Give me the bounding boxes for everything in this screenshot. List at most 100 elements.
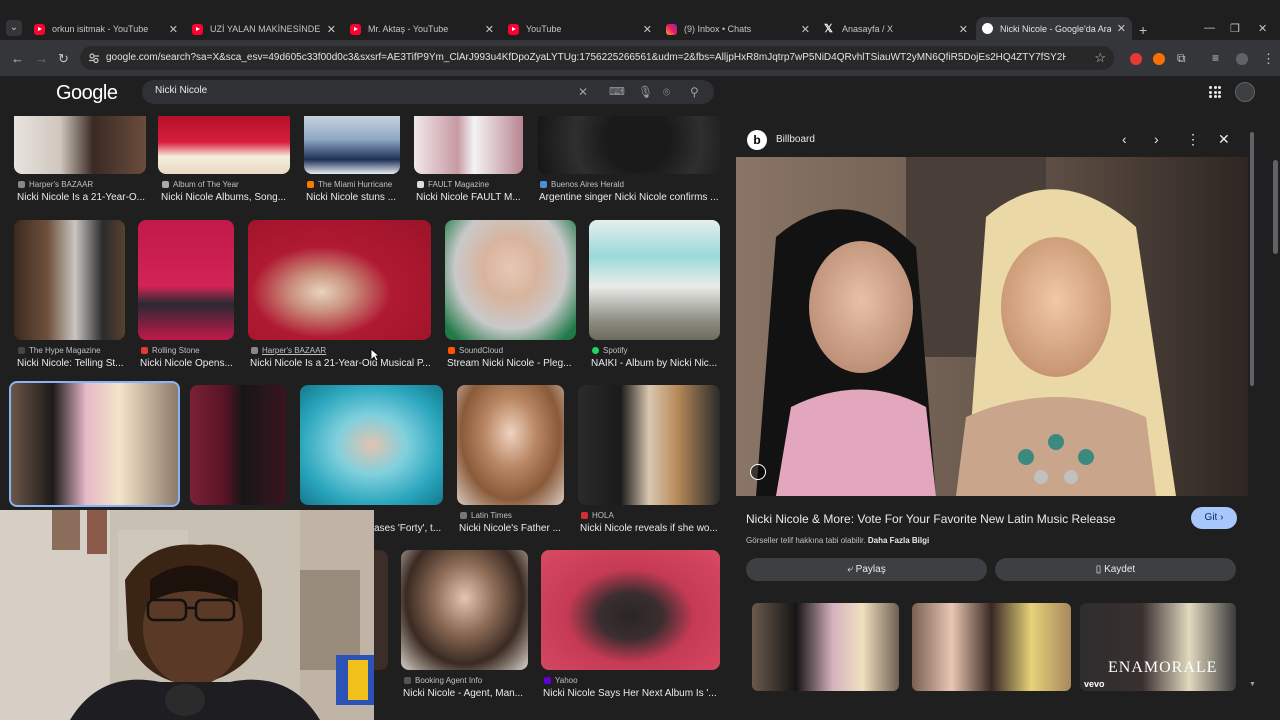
result-thumbnail[interactable] <box>190 385 286 505</box>
more-options-icon[interactable]: ⋮ <box>1186 131 1200 148</box>
google-apps-icon[interactable] <box>1209 86 1221 98</box>
google-logo[interactable]: Google <box>56 82 118 105</box>
url-text[interactable]: google.com/search?sa=X&sca_esv=49d605c33… <box>106 52 1066 63</box>
billboard-logo-icon[interactable]: b <box>747 130 767 150</box>
search-box[interactable]: ✕ ⌨ 🎙 ⌾ ⚲ <box>142 80 714 104</box>
result-source[interactable]: The Miami Hurricane <box>307 180 412 189</box>
result-caption[interactable]: Argentine singer Nicki Nicole confirms .… <box>539 192 719 203</box>
keyboard-icon[interactable]: ⌨ <box>609 85 625 98</box>
result-thumbnail[interactable] <box>14 220 125 340</box>
result-thumbnail[interactable] <box>158 116 290 174</box>
preview-title[interactable]: Nicki Nicole & More: Vote For Your Favor… <box>746 512 1176 526</box>
result-thumbnail[interactable] <box>457 385 564 505</box>
minimize-icon[interactable]: — <box>1204 22 1215 34</box>
result-thumbnail[interactable] <box>374 550 388 670</box>
learn-more-link[interactable]: Daha Fazla Bilgi <box>868 536 929 545</box>
tab-search-button[interactable]: ⌄ <box>6 20 22 36</box>
close-icon[interactable]: ✕ <box>643 23 652 36</box>
previous-image-icon[interactable]: ‹ <box>1122 131 1127 147</box>
result-source[interactable]: Rolling Stone <box>141 346 241 355</box>
result-thumbnail[interactable] <box>401 550 528 670</box>
next-image-icon[interactable]: › <box>1154 131 1159 147</box>
close-icon[interactable]: ✕ <box>327 23 336 36</box>
tab-instagram[interactable]: (9) Inbox • Chats ✕ <box>660 18 816 40</box>
result-caption[interactable]: Nicki Nicole reveals if she wo... <box>580 523 718 534</box>
microphone-icon[interactable]: 🎙 <box>638 85 653 99</box>
result-source[interactable]: HOLA <box>581 511 681 520</box>
panel-scrollbar[interactable] <box>1250 132 1254 386</box>
result-thumbnail[interactable] <box>578 385 720 505</box>
result-caption[interactable]: Stream Nicki Nicole - Pleg... <box>447 358 577 369</box>
result-source[interactable]: Yahoo <box>544 676 644 685</box>
browser-menu-icon[interactable]: ⋮ <box>1262 51 1275 67</box>
restore-icon[interactable]: ❐ <box>1230 22 1240 35</box>
profile-icon[interactable] <box>1236 53 1248 65</box>
result-caption[interactable]: ases 'Forty', t... <box>374 523 444 534</box>
search-icon[interactable]: ⚲ <box>690 85 699 99</box>
result-source[interactable]: The Hype Magazine <box>18 346 128 355</box>
tab-x[interactable]: 𝕏 Anasayfa / X ✕ <box>818 18 974 40</box>
result-thumbnail[interactable] <box>9 381 180 507</box>
scroll-down-icon[interactable]: ▼ <box>1249 681 1256 688</box>
close-icon[interactable]: ✕ <box>1117 22 1126 35</box>
preview-image[interactable] <box>736 157 1248 496</box>
result-source[interactable]: Spotify <box>592 346 712 355</box>
result-caption[interactable]: Nicki Nicole Albums, Song... <box>161 192 291 203</box>
tab-youtube[interactable]: YouTube ✕ <box>502 18 658 40</box>
extension-red-icon[interactable] <box>1130 53 1142 65</box>
extensions-puzzle-icon[interactable]: ⧉ <box>1177 51 1186 66</box>
bookmark-star-icon[interactable]: ☆ <box>1094 50 1106 66</box>
result-caption[interactable]: Nicki Nicole FAULT M... <box>416 192 528 203</box>
avatar[interactable] <box>1235 82 1255 102</box>
result-source[interactable]: FAULT Magazine <box>417 180 527 189</box>
address-bar[interactable]: google.com/search?sa=X&sca_esv=49d605c33… <box>80 46 1114 70</box>
result-caption[interactable]: Nicki Nicole stuns ... <box>306 192 406 203</box>
share-button[interactable]: ⤶ Paylaş <box>746 558 987 581</box>
lens-camera-icon[interactable]: ⌾ <box>663 85 670 100</box>
result-thumbnail[interactable] <box>138 220 234 340</box>
clear-search-icon[interactable]: ✕ <box>578 85 588 99</box>
extension-orange-icon[interactable] <box>1153 53 1165 65</box>
tab-google-active[interactable]: Nicki Nicole - Google'da Ara ✕ <box>976 17 1132 40</box>
result-thumbnail[interactable] <box>445 220 576 340</box>
close-icon[interactable]: ✕ <box>169 23 178 36</box>
tab-youtube-orkun[interactable]: orkun isitmak - YouTube ✕ <box>28 18 184 40</box>
related-image[interactable]: ENAMORALE vevo <box>1080 603 1236 691</box>
close-icon[interactable]: ✕ <box>959 23 968 36</box>
result-thumbnail[interactable] <box>300 385 443 505</box>
result-thumbnail[interactable] <box>541 550 720 670</box>
preview-source-name[interactable]: Billboard <box>776 134 815 145</box>
close-icon[interactable]: ✕ <box>801 23 810 36</box>
result-caption[interactable]: Nicki Nicole Says Her Next Album Is '... <box>543 688 718 699</box>
result-thumbnail[interactable] <box>538 116 720 174</box>
result-thumbnail[interactable] <box>589 220 720 340</box>
page-scrollbar[interactable] <box>1273 160 1278 254</box>
new-tab-button[interactable]: + <box>1139 22 1147 38</box>
site-settings-icon[interactable] <box>88 52 100 64</box>
visit-button[interactable]: Git › <box>1191 507 1237 529</box>
search-input[interactable] <box>155 85 555 96</box>
result-thumbnail[interactable] <box>304 116 400 174</box>
result-caption[interactable]: Nicki Nicole Is a 21-Year-O... <box>17 192 145 203</box>
result-caption[interactable]: Nicki Nicole Opens... <box>140 358 240 369</box>
result-caption[interactable]: Nicki Nicole Is a 21-Year-Old Musical P.… <box>250 358 430 369</box>
result-caption[interactable]: Nicki Nicole: Telling St... <box>17 358 127 369</box>
back-icon[interactable]: ← <box>11 51 24 66</box>
result-source[interactable]: Booking Agent Info <box>404 676 524 685</box>
result-source[interactable]: Album of The Year <box>162 180 287 189</box>
forward-icon[interactable]: → <box>35 51 48 66</box>
result-thumbnail[interactable] <box>414 116 523 174</box>
tab-youtube-aktas[interactable]: Mr. Aktaş - YouTube ✕ <box>344 18 500 40</box>
result-caption[interactable]: Nicki Nicole - Agent, Man... <box>403 688 527 699</box>
reload-icon[interactable]: ↻ <box>58 51 69 67</box>
result-source[interactable]: Buenos Aires Herald <box>540 180 690 189</box>
result-source[interactable]: Harper's BAZAAR <box>18 180 143 189</box>
related-image[interactable] <box>752 603 899 691</box>
save-button[interactable]: ▯ Kaydet <box>995 558 1236 581</box>
result-caption[interactable]: NAIKI - Album by Nicki Nic... <box>591 358 719 369</box>
related-image[interactable] <box>912 603 1071 691</box>
result-source[interactable]: SoundCloud <box>448 346 568 355</box>
tab-youtube-uzi[interactable]: UZİ YALAN MAKİNESİNDE! | #P ✕ <box>186 18 342 40</box>
result-caption[interactable]: Nicki Nicole's Father ... <box>459 523 563 534</box>
media-controls-icon[interactable]: ≡ <box>1212 51 1219 65</box>
